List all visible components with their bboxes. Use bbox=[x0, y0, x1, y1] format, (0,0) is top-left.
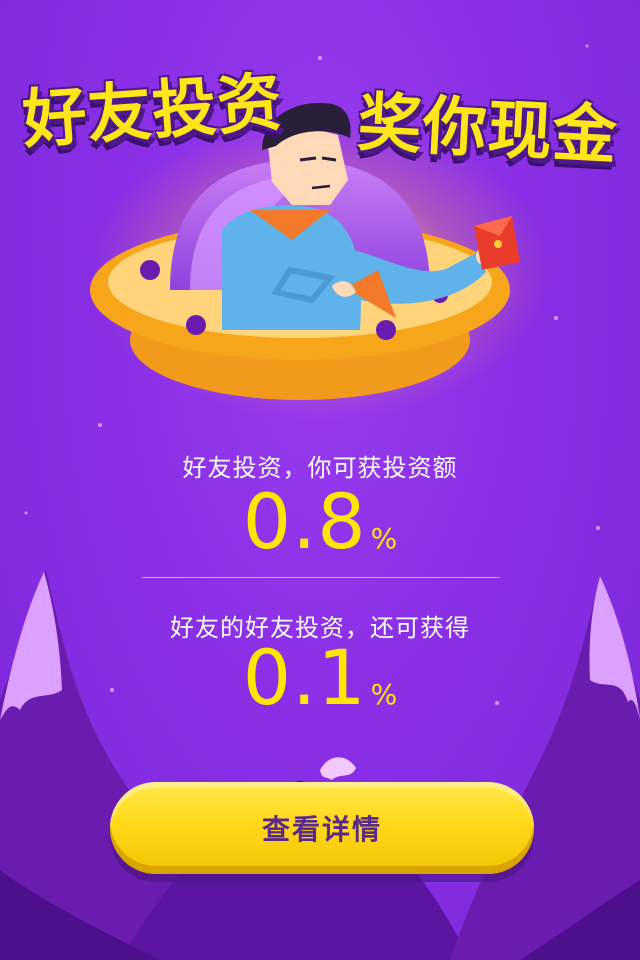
reward-primary-rate: 0.8 % bbox=[0, 484, 640, 560]
headline-right: 奖你现金 bbox=[355, 86, 620, 174]
reward-secondary-rate: 0.1 % bbox=[0, 640, 640, 716]
reward-secondary-unit: % bbox=[370, 678, 398, 711]
headline: 好友投资 奖你现金 bbox=[0, 42, 640, 182]
reward-secondary-value: 0.1 bbox=[242, 633, 367, 722]
section-divider bbox=[142, 577, 500, 578]
promo-page: 好友投资 奖你现金 好友投资，你可获投资额 0.8 % 好友的好友投资，还可获得… bbox=[0, 0, 640, 960]
view-details-button[interactable]: 查看详情 bbox=[110, 782, 534, 874]
headline-left: 好友投资 bbox=[20, 66, 285, 158]
reward-primary-unit: % bbox=[370, 522, 398, 555]
reward-primary-value: 0.8 bbox=[242, 477, 367, 566]
